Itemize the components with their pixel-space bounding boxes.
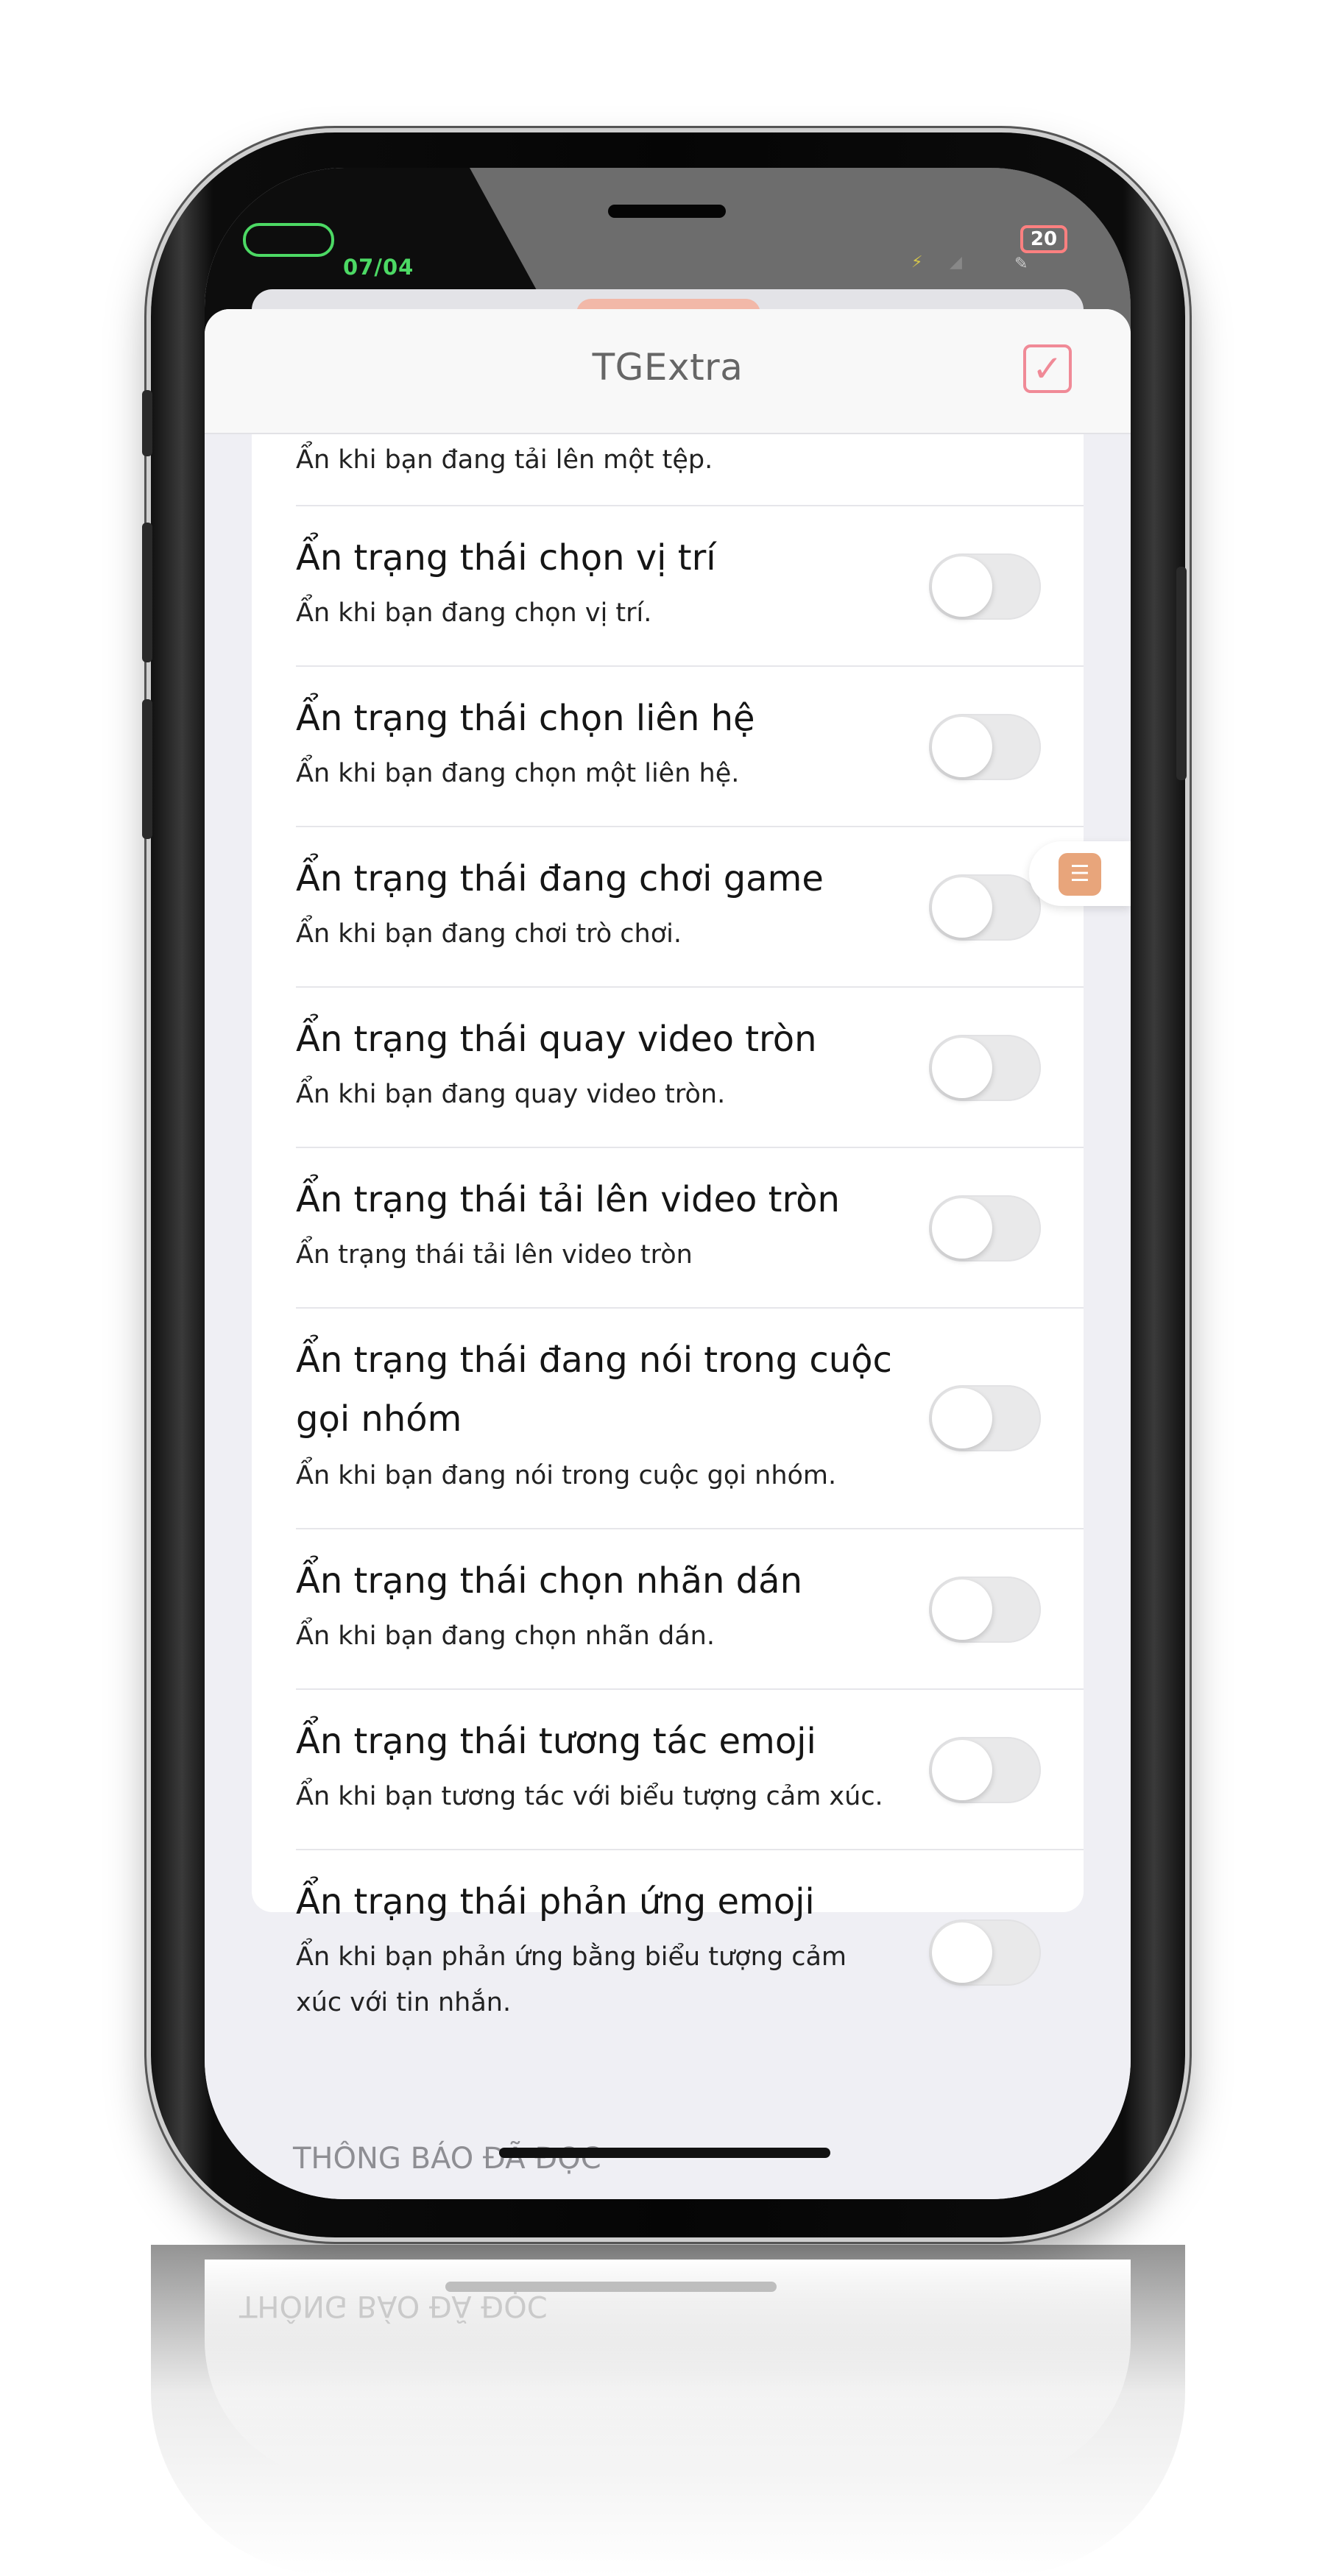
row-title: Ẩn trạng thái tương tác emoji (296, 1721, 816, 1762)
toggle-switch[interactable] (929, 714, 1041, 780)
mute-switch (142, 390, 152, 456)
volume-down-button (142, 699, 152, 839)
row-subtitle: Ẩn khi bạn đang chọn nhãn dán. (296, 1621, 715, 1651)
settings-list: Ẩn khi bạn đang tải lên một tệp. Ẩn trạn… (252, 309, 1084, 2017)
phone-reflection: THÔNG BÁO ĐÃ ĐỌC (151, 2245, 1185, 2576)
row-subtitle: Ẩn khi bạn đang chọn một liên hệ. (296, 759, 740, 788)
row-title: Ẩn trạng thái quay video tròn (296, 1019, 817, 1060)
toggle-switch[interactable] (929, 874, 1041, 941)
toggle-switch[interactable] (929, 1385, 1041, 1451)
toggle-knob (932, 717, 992, 777)
list-item: Ẩn trạng thái chọn nhãn dán Ẩn khi bạn đ… (296, 1529, 1084, 1690)
row-subtitle: Ẩn khi bạn đang quay video tròn. (296, 1080, 726, 1109)
toggle-switch[interactable] (929, 553, 1041, 620)
toggle-knob (932, 556, 992, 617)
list-item: Ẩn trạng thái chọn vị trí Ẩn khi bạn đan… (296, 506, 1084, 667)
toggle-knob (932, 1038, 992, 1098)
row-title: Ẩn trạng thái chọn liên hệ (296, 698, 755, 739)
row-subtitle: Ẩn khi bạn đang nói trong cuộc gọi nhóm. (296, 1461, 837, 1490)
row-subtitle: Ẩn khi bạn đang chơi trò chơi. (296, 919, 682, 949)
notes-icon: ☰ (1059, 853, 1101, 896)
nav-bar: TGExtra ✓ (205, 309, 1131, 434)
status-pill (243, 223, 334, 257)
notch-indicator (608, 205, 726, 218)
row-subtitle: Ẩn khi bạn đang tải lên một tệp. (296, 445, 713, 475)
volume-up-button (142, 523, 152, 662)
list-item: Ẩn trạng thái phản ứng emoji Ẩn khi bạn … (296, 1850, 1084, 2055)
row-title: Ẩn trạng thái tải lên video tròn (296, 1179, 840, 1220)
toggle-switch[interactable] (929, 1577, 1041, 1643)
row-title: Ẩn trạng thái đang chơi game (296, 858, 824, 899)
list-item: Ẩn trạng thái đang chơi game Ẩn khi bạn … (296, 827, 1084, 988)
toggle-knob (932, 877, 992, 938)
status-date: 07/04 (343, 255, 414, 280)
toggle-knob (932, 1922, 992, 1983)
checkmark-icon: ✓ (1032, 347, 1063, 390)
list-item: Ẩn trạng thái tải lên video tròn Ẩn trạn… (296, 1148, 1084, 1309)
toggle-switch[interactable] (929, 1195, 1041, 1262)
toggle-switch[interactable] (929, 1919, 1041, 1986)
battery-indicator: 20 (1020, 225, 1067, 253)
section-header-read-receipts: THÔNG BÁO ĐÃ ĐỌC (293, 2142, 601, 2176)
toggle-knob (932, 1740, 992, 1800)
toggle-knob (932, 1388, 992, 1448)
done-checkbox-button[interactable]: ✓ (1023, 344, 1072, 393)
row-title: Ẩn trạng thái đang nói trong cuộc gọi nh… (296, 1340, 892, 1440)
list-item: Ẩn trạng thái đang nói trong cuộc gọi nh… (296, 1309, 1084, 1529)
row-subtitle: Ẩn khi bạn đang chọn vị trí. (296, 598, 652, 628)
home-indicator (499, 2148, 830, 2158)
toggle-knob (932, 1198, 992, 1259)
power-button (1176, 567, 1187, 780)
floating-notes-button[interactable]: ☰ (1029, 841, 1131, 906)
phone-screen: 07/04 ⚡ ◢ 20 ✎ TGExtra ✓ Ẩn khi bạn đang… (205, 168, 1131, 2199)
brush-icon: ✎ (1014, 255, 1028, 273)
toggle-switch[interactable] (929, 1737, 1041, 1803)
row-subtitle: Ẩn trạng thái tải lên video tròn (296, 1240, 693, 1270)
list-item: Ẩn trạng thái quay video tròn Ẩn khi bạn… (296, 988, 1084, 1148)
list-item: Ẩn trạng thái tương tác emoji Ẩn khi bạn… (296, 1690, 1084, 1850)
row-subtitle: Ẩn khi bạn phản ứng bằng biểu tượng cảm … (296, 1942, 847, 2017)
row-title: Ẩn trạng thái phản ứng emoji (296, 1881, 815, 1922)
charging-icon: ⚡ (911, 253, 923, 272)
settings-modal: TGExtra ✓ Ẩn khi bạn đang tải lên một tệ… (205, 309, 1131, 2199)
signal-icon: ◢ (950, 253, 962, 272)
reflection-text: THÔNG BÁO ĐÃ ĐỌC (239, 2289, 548, 2323)
row-title: Ẩn trạng thái chọn nhãn dán (296, 1560, 802, 1602)
row-subtitle: Ẩn khi bạn tương tác với biểu tượng cảm … (296, 1782, 883, 1811)
toggle-switch[interactable] (929, 1035, 1041, 1101)
toggle-knob (932, 1579, 992, 1640)
list-item: Ẩn trạng thái chọn liên hệ Ẩn khi bạn đa… (296, 667, 1084, 827)
row-title: Ẩn trạng thái chọn vị trí (296, 537, 716, 578)
nav-title: TGExtra (592, 346, 743, 389)
